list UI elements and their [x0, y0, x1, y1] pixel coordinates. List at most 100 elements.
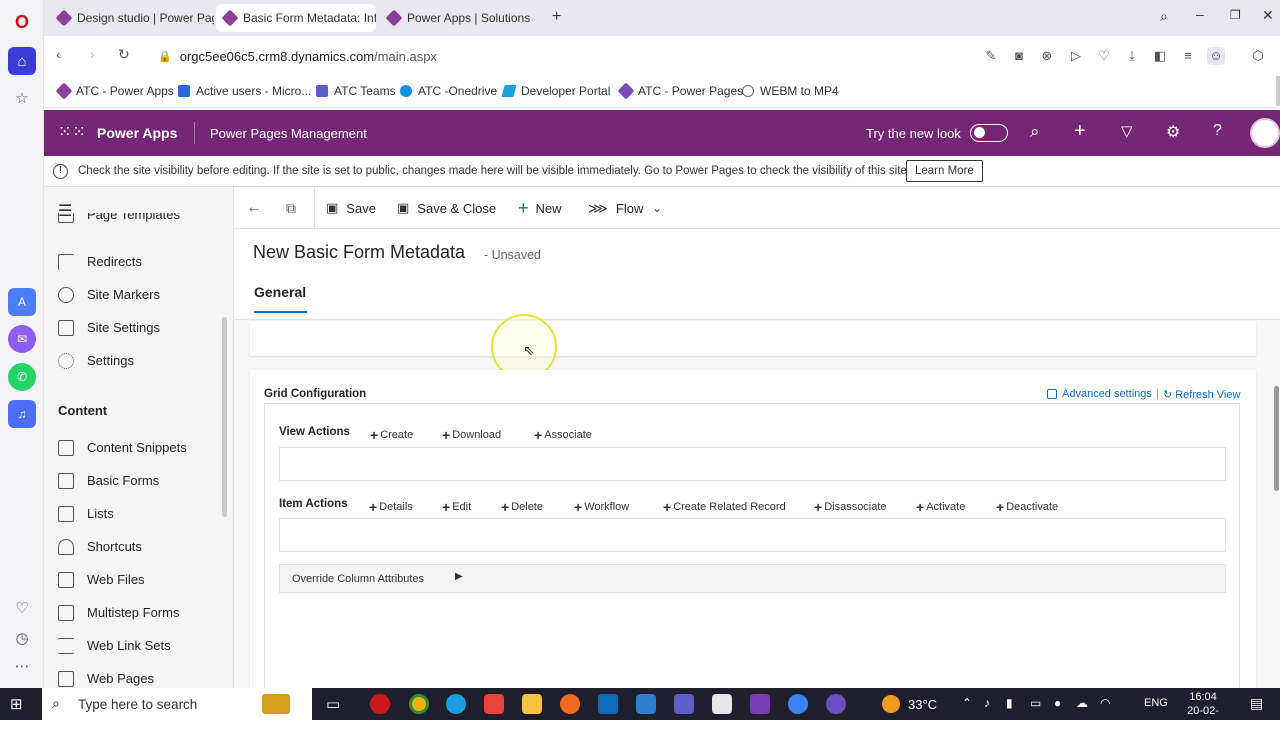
advanced-settings-link[interactable]: Advanced settings [1047, 388, 1152, 400]
cloud-icon[interactable]: ☁ [1076, 696, 1088, 710]
edge-icon[interactable] [446, 694, 466, 714]
tab-power-apps-solutions[interactable]: Power Apps | Solutions [380, 4, 544, 32]
sidebar-item-content-snippets[interactable]: Content Snippets [44, 431, 224, 464]
sidebar-item-web-pages[interactable]: Web Pages [44, 662, 224, 688]
chevron-down-icon[interactable]: ⌄ [652, 197, 662, 219]
item-action-delete[interactable]: + Delete [501, 499, 543, 515]
view-action-download[interactable]: + Download [442, 427, 501, 443]
sidebar-item-basic-forms[interactable]: Basic Forms [44, 464, 224, 497]
wifi-icon[interactable]: ◠ [1100, 696, 1110, 710]
app-purple-icon[interactable] [826, 694, 846, 714]
heart-icon[interactable]: ♡ [8, 594, 36, 622]
tab-general[interactable]: General [254, 284, 306, 300]
search-icon[interactable]: ⌕ [1030, 122, 1040, 142]
view-actions-dropzone[interactable] [279, 447, 1226, 481]
windows-start-icon[interactable]: ⊞ [10, 695, 23, 713]
restore-icon[interactable]: ❐ [1230, 8, 1241, 22]
item-action-deactivate[interactable]: + Deactivate [996, 499, 1058, 515]
url-field[interactable]: 🔒 orgc5ee06c5.crm8.dynamics.com/main.asp… [158, 42, 958, 70]
new-tab-icon[interactable]: + [552, 8, 561, 26]
sidebar-item-lists[interactable]: Lists [44, 497, 224, 530]
star-icon[interactable]: ☆ [8, 84, 36, 112]
avatar[interactable] [1250, 118, 1280, 148]
search-tabs-icon[interactable]: ⌕ [1160, 8, 1168, 25]
notification-icon[interactable]: ▤ [1250, 695, 1263, 712]
menu-icon[interactable]: ≡ [1179, 47, 1197, 65]
bookmark-atc-onedrive[interactable]: ATC -Onedrive [400, 84, 497, 98]
item-action-details[interactable]: + Details [369, 499, 413, 515]
item-action-create-related-record[interactable]: + Create Related Record [663, 499, 786, 515]
minimize-icon[interactable]: – [1196, 6, 1204, 22]
sidebar-item-multistep-forms[interactable]: Multistep Forms [44, 596, 224, 629]
sidebar-item-shortcuts[interactable]: Shortcuts [44, 530, 224, 563]
bookmark-atc-teams[interactable]: ATC Teams [316, 84, 396, 98]
device-icon[interactable]: ▭ [1030, 696, 1041, 710]
item-action-disassociate[interactable]: + Disassociate [814, 499, 887, 515]
override-column-attributes[interactable]: Override Column Attributes ▶ [279, 564, 1226, 593]
opera-logo-icon[interactable]: O [8, 8, 36, 36]
sidebar-item-redirects[interactable]: Redirects [44, 245, 224, 278]
item-actions-dropzone[interactable] [279, 518, 1226, 552]
app-launcher-icon[interactable]: ⁙⁙ [58, 122, 87, 142]
close-icon[interactable]: ✕ [1262, 7, 1274, 24]
learn-more-button[interactable]: Learn More [906, 160, 983, 182]
sidebar-icon[interactable]: ◧ [1151, 47, 1169, 65]
item-action-workflow[interactable]: + Workflow [574, 499, 629, 515]
sidebar-item-settings[interactable]: Settings [44, 344, 224, 377]
file-explorer-icon[interactable] [522, 694, 542, 714]
speaker-icon[interactable]: ♪ [984, 696, 990, 710]
whatsapp-icon[interactable]: ✆ [8, 363, 36, 391]
bookmark-active-users[interactable]: Active users - Micro... [178, 84, 311, 98]
sidebar-item-web-files[interactable]: Web Files [44, 563, 224, 596]
nav-scrollbar[interactable] [222, 317, 227, 517]
reload-icon[interactable]: ↻ [118, 46, 130, 63]
extensions-icon[interactable]: ⬡ [1249, 47, 1267, 65]
app-blue-icon[interactable] [788, 694, 808, 714]
history-icon[interactable]: ◷ [8, 624, 36, 652]
area-name[interactable]: Power Pages Management [210, 126, 367, 141]
profile-icon[interactable]: ☺ [1207, 47, 1225, 65]
taskbar-search[interactable]: ⌕ Type here to search [42, 688, 312, 720]
sidebar-item-site-settings[interactable]: Site Settings [44, 311, 224, 344]
tray-chevron-up-icon[interactable]: ⌃ [962, 696, 972, 710]
heart-icon[interactable]: ♡ [1095, 47, 1113, 65]
open-new-window-icon[interactable]: ⧉ [286, 197, 296, 219]
vivaldi-icon[interactable] [484, 694, 504, 714]
tab-design-studio[interactable]: Design studio | Power Pag [50, 4, 214, 32]
item-action-activate[interactable]: + Activate [916, 499, 965, 515]
save-button[interactable]: ▣ Save [326, 197, 376, 219]
chrome-icon[interactable] [409, 694, 429, 714]
temperature[interactable]: 33°C [908, 697, 937, 712]
view-action-associate[interactable]: + Associate [534, 427, 592, 443]
settings-gear-icon[interactable]: ⚙ [1166, 122, 1180, 142]
app-store-icon[interactable]: A [8, 288, 36, 316]
music-icon[interactable]: ♫ [8, 400, 36, 428]
refresh-view-link[interactable]: ↻ Refresh View [1163, 388, 1240, 401]
messenger-icon[interactable]: ✉ [8, 325, 36, 353]
sidebar-item-site-markers[interactable]: Site Markers [44, 278, 224, 311]
outlook-icon[interactable] [598, 694, 618, 714]
task-view-icon[interactable]: ▭ [326, 695, 340, 713]
tab-basic-form-metadata[interactable]: Basic Form Metadata: Info [216, 4, 376, 32]
bookmark-atc-power-apps[interactable]: ATC - Power Apps [55, 82, 174, 100]
teams-taskbar-icon[interactable] [674, 694, 694, 714]
play-icon[interactable]: ▷ [1067, 47, 1085, 65]
new-button[interactable]: + New [518, 197, 562, 219]
mic-icon[interactable]: ● [1054, 696, 1061, 710]
opera-taskbar-icon[interactable] [370, 694, 390, 714]
item-action-edit[interactable]: + Edit [442, 499, 471, 515]
new-look-toggle[interactable] [970, 124, 1008, 142]
forward-icon[interactable]: › [90, 46, 95, 62]
app-orange-icon[interactable] [560, 694, 580, 714]
battery-icon[interactable]: ▮ [1006, 696, 1013, 710]
clock[interactable]: 16:04 20-02-2024 [1178, 690, 1228, 732]
more-icon[interactable]: ⋯ [8, 652, 36, 680]
visual-studio-icon[interactable] [750, 694, 770, 714]
flow-button[interactable]: ⋙ Flow [588, 197, 643, 219]
home-icon[interactable]: ⌂ [8, 47, 36, 75]
bookmark-atc-power-pages[interactable]: ATC - Power Pages [617, 82, 743, 100]
edit-icon[interactable]: ✎ [982, 47, 1000, 65]
view-action-create[interactable]: + Create [370, 427, 413, 443]
add-icon[interactable]: + [1074, 120, 1086, 143]
bookmark-developer-portal[interactable]: Developer Portal [501, 84, 610, 98]
